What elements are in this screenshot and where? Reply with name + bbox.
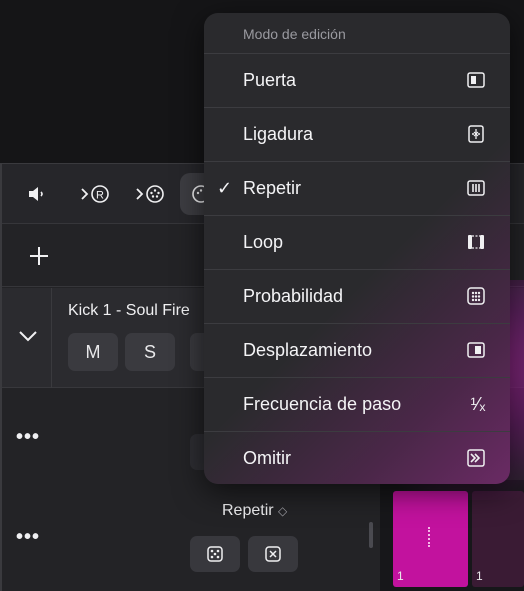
add-track-button[interactable]	[26, 243, 52, 269]
step-cell-handle	[428, 527, 430, 547]
solo-button[interactable]: S	[125, 333, 175, 371]
menu-item-label: Repetir	[243, 178, 302, 198]
menu-item-label: Ligadura	[243, 124, 314, 144]
probability-icon	[465, 285, 487, 307]
clear-button[interactable]	[248, 536, 298, 572]
menu-item-label: Frecuencia de paso	[243, 394, 402, 414]
menu-item-label: Loop	[243, 232, 284, 252]
svg-text:R: R	[96, 190, 104, 202]
offset-icon	[465, 339, 487, 361]
menu-header: Modo de edición	[243, 26, 346, 42]
mute-button[interactable]: M	[68, 333, 118, 371]
menu-item-label: Omitir	[243, 448, 291, 468]
midi-output-icon[interactable]	[133, 179, 169, 209]
track-name: Kick 1 - Soul Fire	[68, 302, 190, 319]
repeat-icon	[465, 177, 487, 199]
edit-mode-label: Repetir	[222, 502, 274, 519]
gate-icon	[465, 69, 487, 91]
edit-mode-selector[interactable]: Repetir ◇	[222, 502, 287, 520]
tie-icon	[465, 123, 487, 145]
chevron-down-icon[interactable]	[17, 328, 41, 348]
more-options-icon[interactable]: •••	[16, 426, 40, 449]
menu-item-label: Puerta	[243, 70, 297, 90]
step-cell-number: 1	[476, 569, 483, 583]
resize-handle[interactable]	[369, 522, 373, 548]
midi-input-icon[interactable]: R	[78, 179, 114, 209]
loop-icon	[465, 231, 487, 253]
more-options-icon[interactable]: •••	[16, 526, 40, 549]
step-cell-on[interactable]	[393, 491, 468, 587]
chevron-updown-icon: ◇	[278, 504, 288, 518]
skip-icon	[465, 447, 487, 469]
checkmark-icon: ✓	[217, 178, 233, 198]
menu-item-label: Probabilidad	[243, 286, 344, 306]
step-cell-number: 1	[397, 569, 404, 583]
step-row-2	[2, 479, 378, 591]
speaker-icon[interactable]	[22, 179, 52, 209]
clear-icon	[265, 546, 281, 562]
dice-icon	[207, 546, 223, 562]
menu-item-label: Desplazamiento	[243, 340, 373, 360]
step-rate-icon: ¹⁄ₓ	[470, 393, 486, 414]
randomize-button[interactable]	[190, 536, 240, 572]
